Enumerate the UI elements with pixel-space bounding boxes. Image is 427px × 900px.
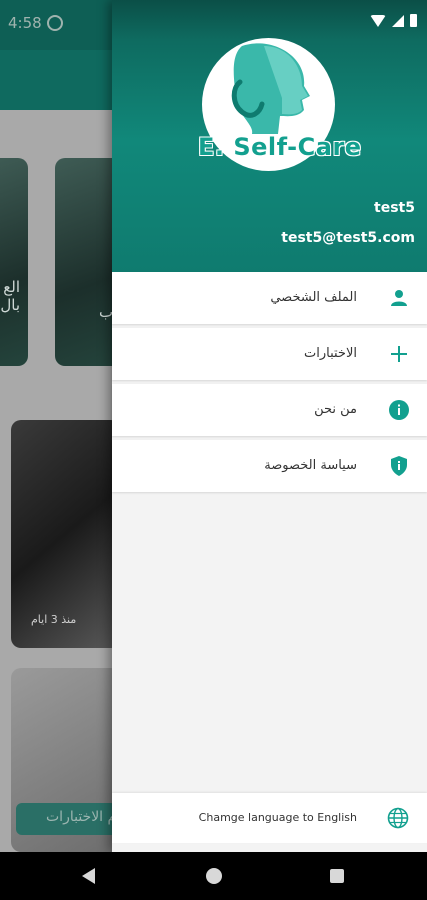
background-photo-card[interactable]: منذ 3 ايام — [11, 420, 121, 648]
menu-item-profile[interactable]: الملف الشخصي — [112, 272, 427, 324]
background-card-text: الع بال — [0, 278, 20, 314]
photo-caption: منذ 3 ايام — [31, 613, 77, 626]
status-time: 4:58 — [8, 14, 42, 32]
menu-item-tests[interactable]: الاختبارات — [112, 328, 427, 380]
signal-icon — [392, 14, 404, 27]
menu-item-label: من نحن — [314, 402, 357, 417]
menu-item-label: الملف الشخصي — [270, 290, 357, 305]
change-language-label: Chamge language to English — [198, 811, 357, 824]
user-email: test5@test5.com — [281, 230, 415, 246]
home-icon[interactable] — [206, 868, 222, 884]
background-card[interactable]: الع بال — [0, 158, 28, 366]
globe-icon — [387, 807, 409, 829]
info-icon — [389, 400, 409, 420]
drawer-header: E. Self-Care test5 test5@test5.com — [112, 0, 427, 272]
menu-item-privacy[interactable]: سياسة الخصوصة — [112, 440, 427, 492]
app-logo-text: E. Self-Care — [198, 133, 362, 161]
notification-icon — [47, 15, 63, 31]
plus-icon — [391, 346, 407, 362]
drawer-menu: الملف الشخصي الاختبارات من نحن سياسة الخ… — [112, 272, 427, 496]
menu-item-about[interactable]: من نحن — [112, 384, 427, 436]
status-icons — [370, 14, 417, 27]
background-card-text: ب — [99, 303, 114, 321]
back-icon[interactable] — [82, 868, 95, 884]
person-icon — [391, 290, 407, 306]
change-language-button[interactable]: Chamge language to English — [112, 793, 427, 843]
wifi-icon — [370, 14, 386, 27]
shield-icon — [391, 456, 407, 476]
battery-icon — [410, 14, 417, 27]
system-nav-bar — [0, 852, 427, 900]
menu-item-label: سياسة الخصوصة — [264, 458, 357, 473]
navigation-drawer: E. Self-Care test5 test5@test5.com الملف… — [112, 0, 427, 852]
menu-item-label: الاختبارات — [304, 346, 357, 361]
user-name: test5 — [374, 200, 415, 216]
recent-apps-icon[interactable] — [330, 869, 344, 883]
